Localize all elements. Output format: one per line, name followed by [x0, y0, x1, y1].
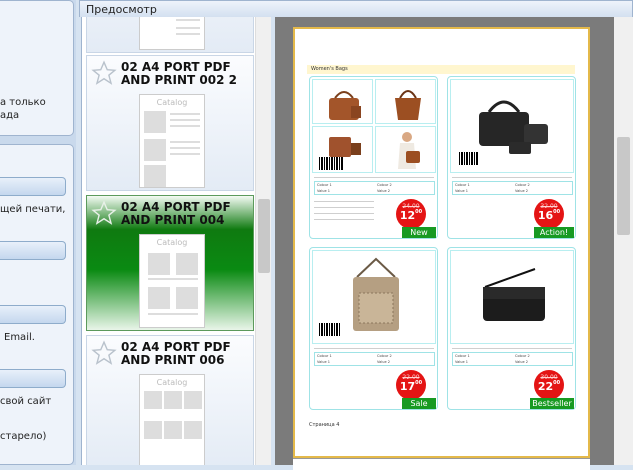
preview-title: Предосмотр — [86, 3, 157, 16]
product-image — [375, 79, 436, 124]
scrollbar-thumb[interactable] — [617, 137, 630, 235]
price-badge: 30.00 2200 — [534, 370, 564, 400]
settings-text-site: свой сайт — [0, 396, 52, 407]
product-card-3: Colour 1 Colour 2 Value 1 Value 2 22.00 … — [309, 247, 438, 410]
template-thumbnail: Catalog — [139, 374, 205, 465]
bag-image — [329, 91, 361, 120]
thumbnail-title: Catalog — [156, 238, 188, 247]
thumbnail-title: Catalog — [156, 98, 188, 107]
scrollbar-thumb[interactable] — [258, 199, 270, 273]
template-list-scrollbar[interactable] — [255, 17, 271, 465]
template-item-004[interactable]: 02 A4 PORT PDF AND PRINT 004 Catalog — [86, 195, 254, 331]
settings-button-1[interactable] — [0, 177, 66, 196]
image-placeholder-icon — [184, 391, 202, 409]
bag-image — [479, 100, 548, 154]
favorite-star-icon[interactable] — [91, 340, 117, 366]
template-item-0[interactable] — [86, 17, 254, 53]
badge-label: Action! — [534, 227, 574, 238]
settings-group-top: а только ада — [0, 0, 74, 136]
barcode — [459, 152, 479, 165]
favorite-star-icon[interactable] — [91, 200, 117, 226]
image-placeholder-icon — [164, 391, 182, 409]
template-name: 02 A4 PORT PDF AND PRINT 002 2 — [121, 60, 237, 87]
price-badge: 24.00 1200 — [396, 199, 426, 229]
settings-panel: а только ада щей печати, Email. свой сай… — [0, 0, 76, 465]
favorite-star-icon[interactable] — [91, 60, 117, 86]
product-image — [450, 79, 574, 173]
settings-text-only: а только — [0, 97, 46, 108]
next-page-edge — [293, 458, 590, 470]
template-name: 02 A4 PORT PDF AND PRINT 006 — [121, 340, 231, 367]
template-item-002-2[interactable]: 02 A4 PORT PDF AND PRINT 002 2 Catalog — [86, 55, 254, 191]
product-image — [312, 250, 436, 344]
image-placeholder-icon — [148, 287, 170, 309]
template-name: 02 A4 PORT PDF AND PRINT 004 — [121, 200, 231, 227]
preview-area: Women's Bags Colour 1 Colour 2 Value 1 V… — [275, 17, 633, 470]
settings-button-2[interactable] — [0, 241, 66, 260]
settings-group-bottom: щей печати, Email. свой сайт старело) — [0, 144, 74, 465]
bag-image — [329, 137, 361, 157]
product-image — [312, 79, 373, 124]
price-badge: 32.00 1600 — [534, 199, 564, 229]
attributes-table: Colour 1 Colour 2 Value 1 Value 2 — [452, 181, 573, 195]
preview-header: Предосмотр — [79, 0, 633, 17]
model-image — [398, 132, 420, 169]
product-image — [450, 250, 574, 344]
settings-button-3[interactable] — [0, 305, 66, 324]
preview-scrollbar[interactable] — [614, 17, 633, 465]
template-thumbnail: Catalog — [139, 234, 205, 328]
image-placeholder-icon — [144, 165, 166, 187]
settings-button-4[interactable] — [0, 369, 66, 388]
badge-label: Bestseller — [530, 398, 574, 409]
page-footer: Страница 4 — [309, 422, 340, 428]
attributes-table: Colour 1 Colour 2 Value 1 Value 2 — [314, 352, 435, 366]
product-image — [375, 126, 436, 173]
template-list[interactable]: 02 A4 PORT PDF AND PRINT 002 2 Catalog 0… — [81, 17, 271, 465]
product-card-2: Colour 1 Colour 2 Value 1 Value 2 32.00 … — [447, 76, 576, 239]
catalog-page: Women's Bags Colour 1 Colour 2 Value 1 V… — [293, 27, 590, 458]
image-placeholder-icon — [176, 287, 198, 309]
barcode — [319, 323, 341, 336]
image-placeholder-icon — [184, 421, 202, 439]
badge-label: Sale — [402, 398, 436, 409]
barcode — [319, 157, 343, 170]
settings-text-email: Email. — [4, 332, 35, 343]
bag-image — [353, 257, 399, 331]
product-card-1: Colour 1 Colour 2 Value 1 Value 2 24.00 … — [309, 76, 438, 239]
settings-text-old: старело) — [0, 431, 47, 442]
template-thumbnail: Catalog — [139, 94, 205, 188]
bag-image — [483, 268, 545, 321]
image-placeholder-icon — [144, 421, 162, 439]
badge-label: New — [402, 227, 436, 238]
settings-text-print: щей печати, — [0, 204, 66, 215]
product-card-4: Colour 1 Colour 2 Value 1 Value 2 30.00 … — [447, 247, 576, 410]
image-placeholder-icon — [164, 421, 182, 439]
image-placeholder-icon — [176, 253, 198, 275]
attributes-table: Colour 1 Colour 2 Value 1 Value 2 — [452, 352, 573, 366]
bag-image — [395, 90, 421, 120]
image-placeholder-icon — [148, 253, 170, 275]
attributes-table: Colour 1 Colour 2 Value 1 Value 2 — [314, 181, 435, 195]
thumbnail-title: Catalog — [156, 378, 188, 387]
section-title: Women's Bags — [307, 65, 575, 74]
template-thumbnail — [139, 17, 205, 50]
image-placeholder-icon — [144, 391, 162, 409]
price-badge: 22.00 1700 — [396, 370, 426, 400]
image-placeholder-icon — [144, 111, 166, 133]
product-image — [312, 126, 373, 173]
settings-text-da: ада — [0, 110, 20, 121]
template-item-006[interactable]: 02 A4 PORT PDF AND PRINT 006 Catalog — [86, 335, 254, 465]
image-placeholder-icon — [144, 139, 166, 161]
